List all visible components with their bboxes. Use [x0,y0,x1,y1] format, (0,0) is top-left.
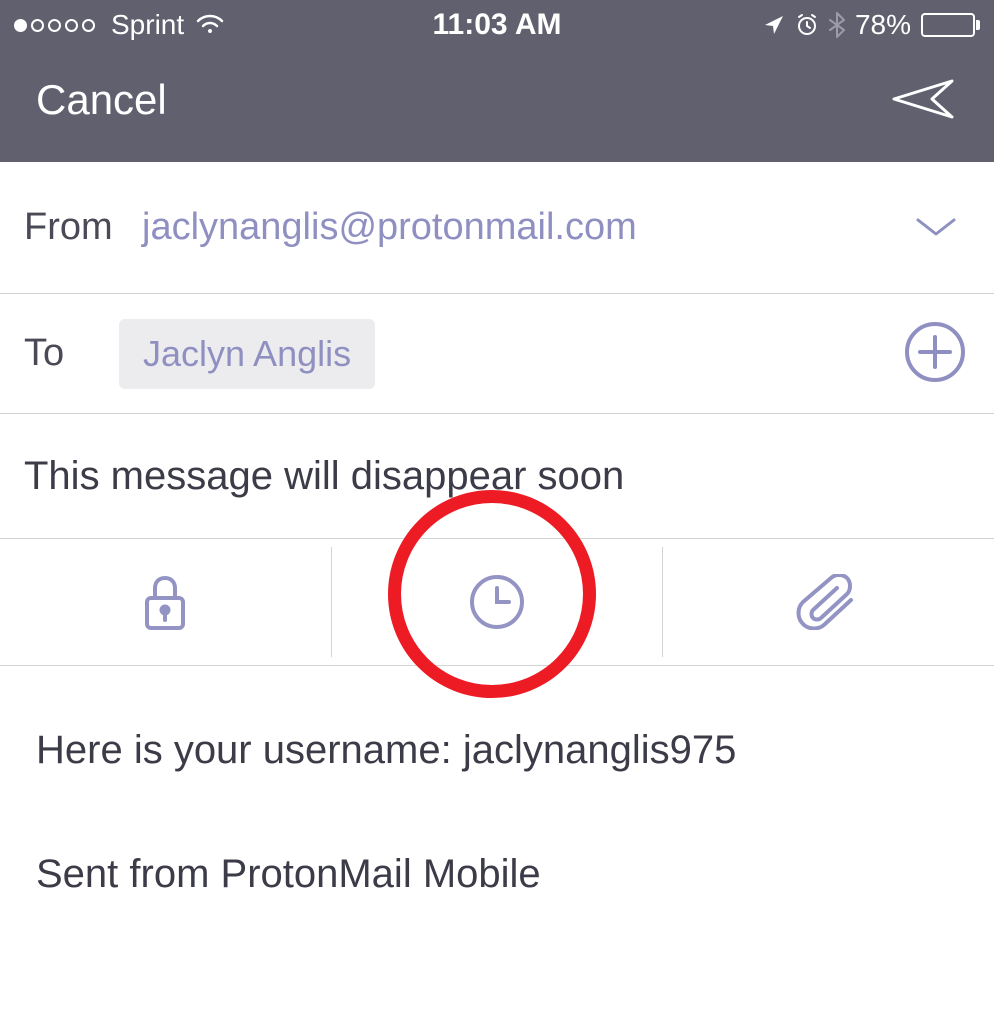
body-line-1: Here is your username: jaclynanglis975 [36,722,958,778]
expiration-button[interactable] [332,539,663,665]
subject-input[interactable]: This message will disappear soon [24,454,624,499]
cancel-button[interactable]: Cancel [36,76,167,124]
body-line-2: Sent from ProtonMail Mobile [36,846,958,902]
attachment-button[interactable] [663,539,994,665]
paperclip-icon [795,574,863,630]
to-field-row[interactable]: To Jaclyn Anglis [0,294,994,414]
nav-bar: Cancel [0,50,994,162]
alarm-icon [795,13,819,37]
send-button[interactable] [890,73,958,128]
location-icon [763,14,785,36]
recipient-chip[interactable]: Jaclyn Anglis [119,319,375,389]
from-email-value: jaclynanglis@protonmail.com [142,206,637,249]
chevron-down-icon [914,214,958,238]
battery-percentage: 78% [855,9,911,41]
encryption-button[interactable] [0,539,331,665]
to-label: To [24,332,119,375]
from-label: From [24,206,124,249]
compose-toolbar [0,538,994,666]
status-right: 78% [763,9,980,41]
battery-icon [921,13,980,37]
wifi-icon [194,13,226,37]
carrier-label: Sprint [111,9,184,41]
add-recipient-button[interactable] [904,321,966,386]
clock-icon [468,573,526,631]
from-field-row[interactable]: From jaclynanglis@protonmail.com [0,162,994,294]
signal-strength-icon [14,19,95,32]
status-bar: Sprint 11:03 AM 78% [0,0,994,50]
subject-field-row[interactable]: This message will disappear soon [0,414,994,538]
plus-circle-icon [904,321,966,383]
send-icon [890,73,958,125]
status-left: Sprint [14,9,226,41]
expand-from-button[interactable] [914,214,958,241]
bluetooth-icon [829,12,845,38]
message-body[interactable]: Here is your username: jaclynanglis975 S… [0,666,994,1026]
status-time: 11:03 AM [433,8,562,42]
lock-icon [141,572,189,632]
